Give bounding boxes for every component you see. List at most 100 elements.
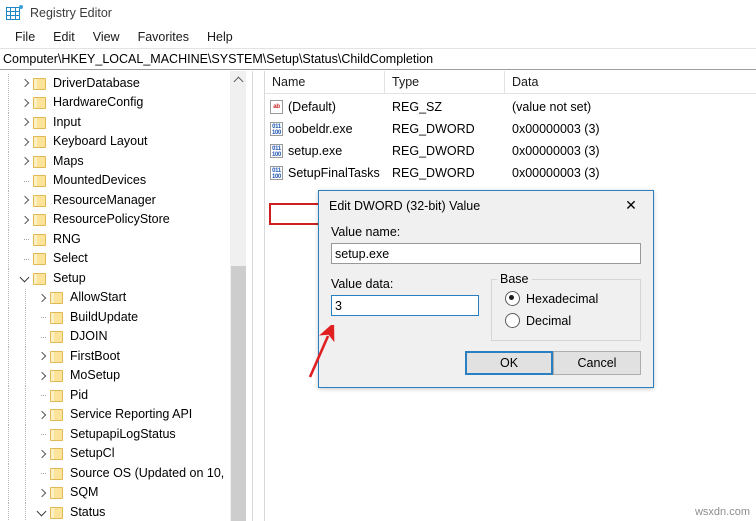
value-data-input[interactable] (331, 295, 479, 316)
tree-indent (0, 132, 17, 152)
tree-guide-line (8, 210, 9, 230)
tree-item-buildupdate[interactable]: BuildUpdate (0, 308, 236, 328)
tree-guide-line (8, 483, 9, 503)
tree-item-hardwareconfig[interactable]: HardwareConfig (0, 93, 236, 114)
column-header-name[interactable]: Name (265, 71, 385, 93)
tree-item-keyboard-layout[interactable]: Keyboard Layout (0, 132, 236, 153)
table-row[interactable]: 011 100 SetupFinalTasks REG_DWORD 0x00000003… (265, 162, 756, 184)
tree-item-mosetup[interactable]: MoSetup (0, 366, 236, 387)
chevron-right-icon[interactable] (34, 484, 50, 503)
tree-item-source-os-updated-on-10[interactable]: Source OS (Updated on 10, (0, 464, 236, 484)
chevron-right-icon[interactable] (34, 445, 50, 464)
tree-item-rng[interactable]: RNG (0, 230, 236, 250)
folder-icon (33, 155, 47, 168)
tree-guide-line (8, 269, 9, 289)
value-name-input[interactable] (331, 243, 641, 264)
tree-leaf-connector-icon (34, 328, 50, 347)
folder-icon (50, 370, 64, 383)
tree-vertical-scrollbar[interactable] (230, 71, 246, 521)
close-icon[interactable]: ✕ (609, 191, 653, 220)
tree-item-driverdatabase[interactable]: DriverDatabase (0, 74, 236, 94)
tree-item-setup[interactable]: Setup (0, 269, 236, 289)
chevron-down-icon[interactable] (17, 269, 33, 288)
tree-item-label: FirstBoot (70, 348, 121, 363)
cancel-button[interactable]: Cancel (553, 351, 641, 375)
tree-item-setupapilogstatus[interactable]: SetupapiLogStatus (0, 425, 236, 445)
tree-item-service-reporting-api[interactable]: Service Reporting API (0, 405, 236, 426)
tree-item-resourcemanager[interactable]: ResourceManager (0, 191, 236, 211)
tree-guide-line (25, 503, 26, 521)
folder-icon (50, 487, 64, 500)
chevron-right-icon[interactable] (34, 367, 50, 386)
scroll-up-icon[interactable] (231, 71, 246, 87)
tree-item-resourcepolicystore[interactable]: ResourcePolicyStore (0, 210, 236, 231)
string-value-icon: ab (270, 100, 283, 114)
tree-indent (0, 444, 34, 464)
tree-item-select[interactable]: Select (0, 249, 236, 270)
tree-leaf-connector-icon (17, 172, 33, 191)
table-row[interactable]: 011 100 setup.exe REG_DWORD 0x00000003 (3) (265, 140, 756, 162)
tree-item-firstboot[interactable]: FirstBoot (0, 347, 236, 367)
tree-indent (0, 347, 34, 367)
tree-indent (0, 503, 34, 521)
list-column-headers: Name Type Data (265, 71, 756, 94)
chevron-right-icon[interactable] (17, 152, 33, 171)
menu-item-edit[interactable]: Edit (44, 28, 84, 46)
radio-hexadecimal[interactable]: Hexadecimal (505, 291, 598, 306)
tree-guide-line (25, 327, 26, 347)
folder-icon (33, 233, 47, 246)
tree-item-pid[interactable]: Pid (0, 386, 236, 406)
tree-indent (0, 269, 17, 289)
table-row[interactable]: ab (Default) REG_SZ (value not set) (265, 96, 756, 118)
tree-item-mounteddevices[interactable]: MountedDevices (0, 171, 236, 192)
tree-item-maps[interactable]: Maps (0, 152, 236, 172)
menu-item-help[interactable]: Help (198, 28, 242, 46)
tree-guide-line (8, 464, 9, 484)
chevron-right-icon[interactable] (17, 94, 33, 113)
folder-icon (50, 292, 64, 305)
chevron-down-icon[interactable] (34, 503, 50, 521)
tree-leaf-connector-icon (34, 425, 50, 444)
tree-item-label: Status (70, 504, 106, 519)
tree-indent (0, 93, 17, 113)
radio-decimal[interactable]: Decimal (505, 313, 571, 328)
menu-item-favorites[interactable]: Favorites (129, 28, 198, 46)
menu-item-file[interactable]: File (6, 28, 44, 46)
tree-leaf-connector-icon (34, 464, 50, 483)
chevron-right-icon[interactable] (17, 74, 33, 93)
tree-item-label: Source OS (Updated on 10, (70, 465, 225, 480)
tree-item-status[interactable]: Status (0, 503, 236, 521)
chevron-right-icon[interactable] (34, 406, 50, 425)
chevron-right-icon[interactable] (17, 113, 33, 132)
chevron-right-icon[interactable] (17, 133, 33, 152)
tree-item-setupcl[interactable]: SetupCl (0, 444, 236, 465)
tree-indent (0, 288, 34, 308)
column-header-data[interactable]: Data (505, 71, 756, 93)
address-bar[interactable]: Computer\HKEY_LOCAL_MACHINE\SYSTEM\Setup… (0, 48, 756, 70)
dword-value-icon: 011 100 (270, 122, 283, 136)
chevron-right-icon[interactable] (34, 347, 50, 366)
table-row[interactable]: 011 100 oobeldr.exe REG_DWORD 0x00000003 (3) (265, 118, 756, 140)
tree-item-djoin[interactable]: DJOIN (0, 327, 236, 348)
tree-guide-line (8, 503, 9, 521)
tree-indent (0, 171, 17, 191)
tree-item-label: RNG (53, 231, 81, 246)
menu-item-view[interactable]: View (84, 28, 129, 46)
pane-splitter[interactable] (252, 71, 265, 521)
ok-button[interactable]: OK (465, 351, 553, 375)
column-header-type[interactable]: Type (385, 71, 505, 93)
tree-item-sqm[interactable]: SQM (0, 483, 236, 504)
chevron-right-icon[interactable] (34, 289, 50, 308)
folder-icon (50, 350, 64, 363)
tree-item-input[interactable]: Input (0, 113, 236, 133)
base-groupbox-legend: Base (497, 272, 532, 286)
registry-tree-pane[interactable]: DriverDatabase HardwareConfig Input Keyboar… (0, 71, 252, 521)
tree-guide-line (25, 366, 26, 386)
tree-item-allowstart[interactable]: AllowStart (0, 288, 236, 309)
menubar: File Edit View Favorites Help (0, 26, 756, 48)
tree-scrollbar-thumb[interactable] (231, 266, 246, 521)
chevron-right-icon[interactable] (17, 211, 33, 230)
tree-indent (0, 191, 17, 211)
chevron-right-icon[interactable] (17, 191, 33, 210)
radio-decimal-icon (505, 313, 520, 328)
